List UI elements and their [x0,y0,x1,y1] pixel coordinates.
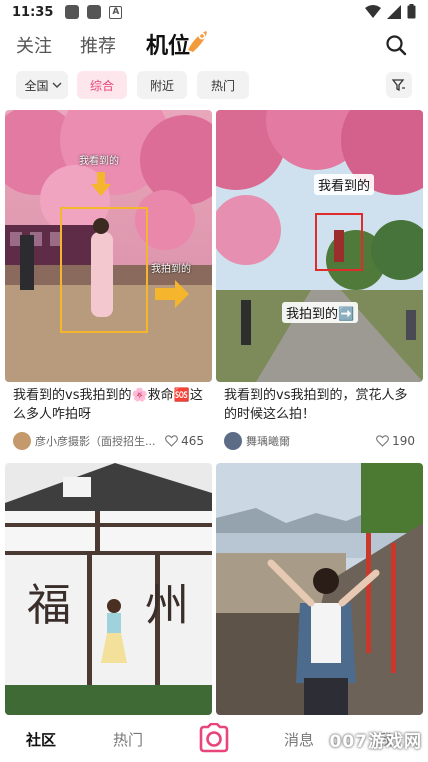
filter-button[interactable] [386,72,412,98]
region-dropdown[interactable]: 全国 [16,71,68,99]
card-meta: 彦小彦摄影（面授招生... 465 [5,428,212,454]
filter-row: 全国 综合 附近 热门 [0,71,428,101]
heart-icon [165,435,179,447]
tab-follow[interactable]: 关注 [16,32,52,58]
search-icon[interactable] [384,33,408,57]
signal-icon [387,4,401,19]
status-time: 11:35 [12,4,54,20]
image-text: 福 州 [27,580,189,631]
wifi-icon [365,4,381,18]
avatar[interactable] [224,432,242,450]
feed-card[interactable]: 福 州 [5,463,212,715]
card-image[interactable]: 我看到的 我拍到的➡️ [216,110,423,382]
status-indicators [365,4,416,19]
chevron-down-icon [52,82,61,88]
tab-recommend[interactable]: 推荐 [80,32,116,58]
chip-hot[interactable]: 热门 [197,71,249,99]
feed-card[interactable]: 我看到的 我拍到的 我看到的vs我拍到的🌸救命🆘这么多人咋拍呀 彦小彦摄影（面授… [5,110,212,454]
card-meta: 舞瑀曦爾 190 [216,428,423,454]
like-count: 465 [181,434,204,448]
tab-community[interactable]: 社区 [26,729,56,750]
filter-icon [392,79,405,92]
camera-icon[interactable] [197,723,231,753]
image-annotation: 我拍到的➡️ [282,302,359,323]
bottom-nav: 社区 热门 消息 我 007游戏网 [0,715,428,762]
app-notification-icon [65,5,80,19]
author-name[interactable]: 彦小彦摄影（面授招生... [35,433,165,449]
app-notification-icon [87,5,102,19]
card-title: 我看到的vs我拍到的，赏花人多的时候这么拍！ [224,388,408,422]
card-image[interactable]: 福 州 [5,463,212,715]
chip-overall[interactable]: 综合 [77,71,127,99]
like-button[interactable]: 465 [165,434,204,448]
like-count: 190 [392,434,415,448]
heart-icon [376,435,390,447]
like-button[interactable]: 190 [376,434,415,448]
tab-trending[interactable]: 热门 [113,729,143,750]
region-label: 全国 [24,78,49,93]
image-annotation: 我看到的 [314,174,375,195]
feed: 我看到的 我拍到的 我看到的vs我拍到的🌸救命🆘这么多人咋拍呀 彦小彦摄影（面授… [0,110,428,715]
feed-card[interactable]: 我看到的 我拍到的➡️ 我看到的vs我拍到的，赏花人多的时候这么拍！ 舞瑀曦爾 … [216,110,423,454]
card-image[interactable] [216,463,423,715]
tab-messages[interactable]: 消息 [284,729,314,750]
status-bar: 11:35 A [0,0,428,24]
top-nav: 关注 推荐 机位 [0,26,428,64]
image-annotation: 我看到的 [79,156,119,167]
card-image[interactable]: 我看到的 我拍到的 [5,110,212,382]
card-title: 我看到的vs我拍到的🌸救命🆘这么多人咋拍呀 [13,388,203,422]
feed-card[interactable] [216,463,423,715]
font-notification-icon: A [109,5,123,19]
tab-spots[interactable]: 机位 [146,28,190,60]
image-annotation: 我拍到的 [151,264,191,275]
watermark: 007游戏网 [329,732,422,752]
chip-nearby[interactable]: 附近 [137,71,187,99]
battery-icon [407,4,416,19]
avatar[interactable] [13,432,31,450]
author-name[interactable]: 舞瑀曦爾 [246,433,376,449]
